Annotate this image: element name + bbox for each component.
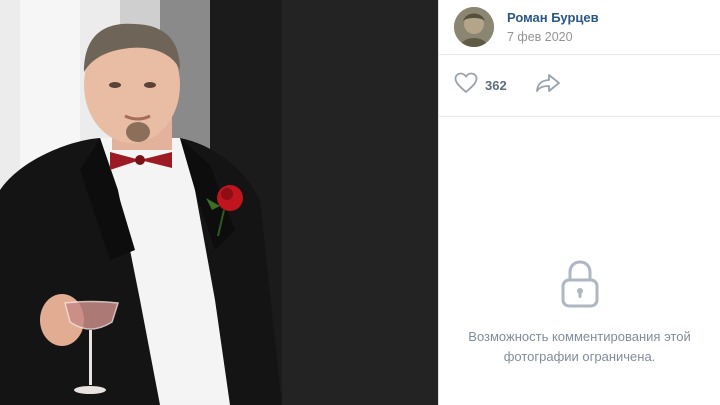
restricted-message: Возможность комментирования этой фотогра… bbox=[468, 329, 691, 364]
comments-restricted: Возможность комментирования этой фотогра… bbox=[439, 258, 720, 367]
heart-icon bbox=[454, 72, 478, 99]
photo-area bbox=[0, 0, 438, 405]
author-avatar[interactable] bbox=[454, 7, 494, 47]
side-panel: Роман Бурцев 7 фев 2020 362 Возможность … bbox=[438, 0, 720, 405]
photo-viewer: Роман Бурцев 7 фев 2020 362 Возможность … bbox=[0, 0, 720, 405]
like-button[interactable]: 362 bbox=[454, 72, 507, 99]
author-info: Роман Бурцев 7 фев 2020 bbox=[507, 10, 599, 45]
author-header: Роман Бурцев 7 фев 2020 bbox=[439, 0, 720, 55]
post-actions: 362 bbox=[439, 55, 720, 117]
share-arrow-icon bbox=[535, 73, 561, 98]
avatar-image bbox=[454, 7, 494, 47]
photo-image bbox=[0, 0, 282, 405]
lock-icon bbox=[558, 258, 602, 315]
post-date[interactable]: 7 фев 2020 bbox=[507, 29, 599, 45]
share-button[interactable] bbox=[535, 73, 561, 98]
photo[interactable] bbox=[0, 0, 282, 405]
photo-backdrop bbox=[282, 0, 438, 405]
like-count: 362 bbox=[485, 78, 507, 93]
author-name-link[interactable]: Роман Бурцев bbox=[507, 10, 599, 26]
